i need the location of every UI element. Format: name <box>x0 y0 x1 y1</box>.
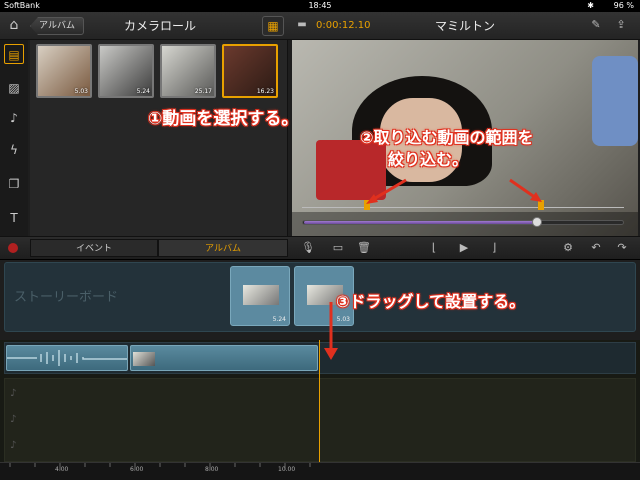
ruler-label: 8.00 <box>205 466 219 473</box>
play-icon[interactable]: ▶ <box>456 239 472 257</box>
carrier-label: SoftBank <box>4 1 40 10</box>
timeline-clip[interactable] <box>6 345 128 371</box>
music-note-icon: ♪ <box>10 414 17 425</box>
trim-annotation-arrows <box>366 178 542 204</box>
split-icon[interactable]: ▭ <box>330 239 346 257</box>
audio-waveform-icon <box>7 350 127 366</box>
settings-gear-icon[interactable]: ⚙ <box>560 239 576 257</box>
mark-out-icon[interactable]: ⌋ <box>486 239 502 257</box>
grid-view-icon[interactable]: ▦ <box>262 16 284 36</box>
audio-tracks[interactable] <box>4 378 636 462</box>
bluetooth-icon: ✱ <box>587 1 594 10</box>
media-sidebar <box>0 40 28 236</box>
clip-thumbnail <box>133 352 155 366</box>
ruler-label: 6.00 <box>130 466 144 473</box>
preview-background-person <box>592 56 638 146</box>
music-note-icon: ♪ <box>10 440 17 451</box>
mark-in-icon[interactable]: ⌊ <box>426 239 442 257</box>
album-panel: 5.03 5.24 25.17 16.23 <box>30 40 288 236</box>
storyboard-label: ストーリーボード <box>14 290 119 305</box>
project-title: マミルトン <box>434 19 495 33</box>
annotation-step2: ②取り込む動画の範囲を 絞り込む。 <box>360 127 534 171</box>
album-thumb[interactable]: 5.24 <box>98 44 154 98</box>
music-note-icon: ♪ <box>10 388 17 399</box>
record-icon[interactable] <box>8 243 18 253</box>
photo-library-icon[interactable]: ▨ <box>4 78 24 98</box>
status-bar: SoftBank 18:45 ✱ 96 % <box>0 0 640 12</box>
annotation-step1: ①動画を選択する。 <box>148 109 299 129</box>
time-ruler[interactable] <box>0 462 640 480</box>
storyboard-clip[interactable]: 5.24 <box>230 266 290 326</box>
thumb-duration: 16.23 <box>256 88 274 95</box>
back-button[interactable]: アルバム <box>30 17 84 35</box>
ruler-label: 10.00 <box>278 466 296 473</box>
thumb-duration: 5.24 <box>136 88 150 95</box>
timeline-clip[interactable] <box>130 345 318 371</box>
scrub-progress <box>304 221 536 224</box>
clip-thumbnail <box>243 285 279 305</box>
album-thumb[interactable]: 25.17 <box>160 44 216 98</box>
scrub-knob[interactable] <box>532 217 542 227</box>
microphone-icon[interactable]: 🎙 <box>300 239 316 257</box>
thumb-duration: 25.17 <box>194 88 212 95</box>
page-title: カメラロール <box>123 19 196 33</box>
clip-duration: 5.24 <box>272 316 286 323</box>
annotation-step3: ③ドラッグして設置する。 <box>336 292 526 311</box>
album-thumb[interactable]: 5.03 <box>36 44 92 98</box>
trash-icon[interactable]: 🗑 <box>356 239 372 257</box>
battery-label: 96 % <box>613 1 634 10</box>
album-thumb-selected[interactable]: 16.23 <box>222 44 278 98</box>
transitions-icon[interactable]: ❐ <box>4 174 24 194</box>
ruler-ticks <box>9 463 311 470</box>
share-icon[interactable]: ⇪ <box>612 16 630 34</box>
tab-event[interactable]: イベント <box>30 239 158 257</box>
title-text-icon[interactable]: T <box>4 208 24 228</box>
clock: 18:45 <box>308 1 332 10</box>
tab-album[interactable]: アルバム <box>158 239 288 257</box>
effects-icon[interactable]: ϟ <box>4 140 24 160</box>
music-library-icon[interactable]: ♪ <box>4 108 24 128</box>
annotation-step2-line2: 絞り込む。 <box>388 150 469 169</box>
undo-icon[interactable]: ↶ <box>588 239 604 257</box>
timecode: 0:00:12.10 <box>316 20 371 31</box>
redo-icon[interactable]: ↷ <box>614 239 630 257</box>
app-root: SoftBank 18:45 ✱ 96 % ⌂ アルバム カメラロール ▦ ▬ … <box>0 0 640 480</box>
thumb-duration: 5.03 <box>74 88 88 95</box>
ruler-label: 4.00 <box>55 466 69 473</box>
timer-icon: ▬ <box>297 19 307 30</box>
edit-icon[interactable]: ✎ <box>587 16 605 34</box>
home-icon[interactable]: ⌂ <box>4 15 24 35</box>
video-library-icon[interactable]: ▤ <box>4 44 24 64</box>
annotation-step2-line1: ②取り込む動画の範囲を <box>360 128 534 147</box>
